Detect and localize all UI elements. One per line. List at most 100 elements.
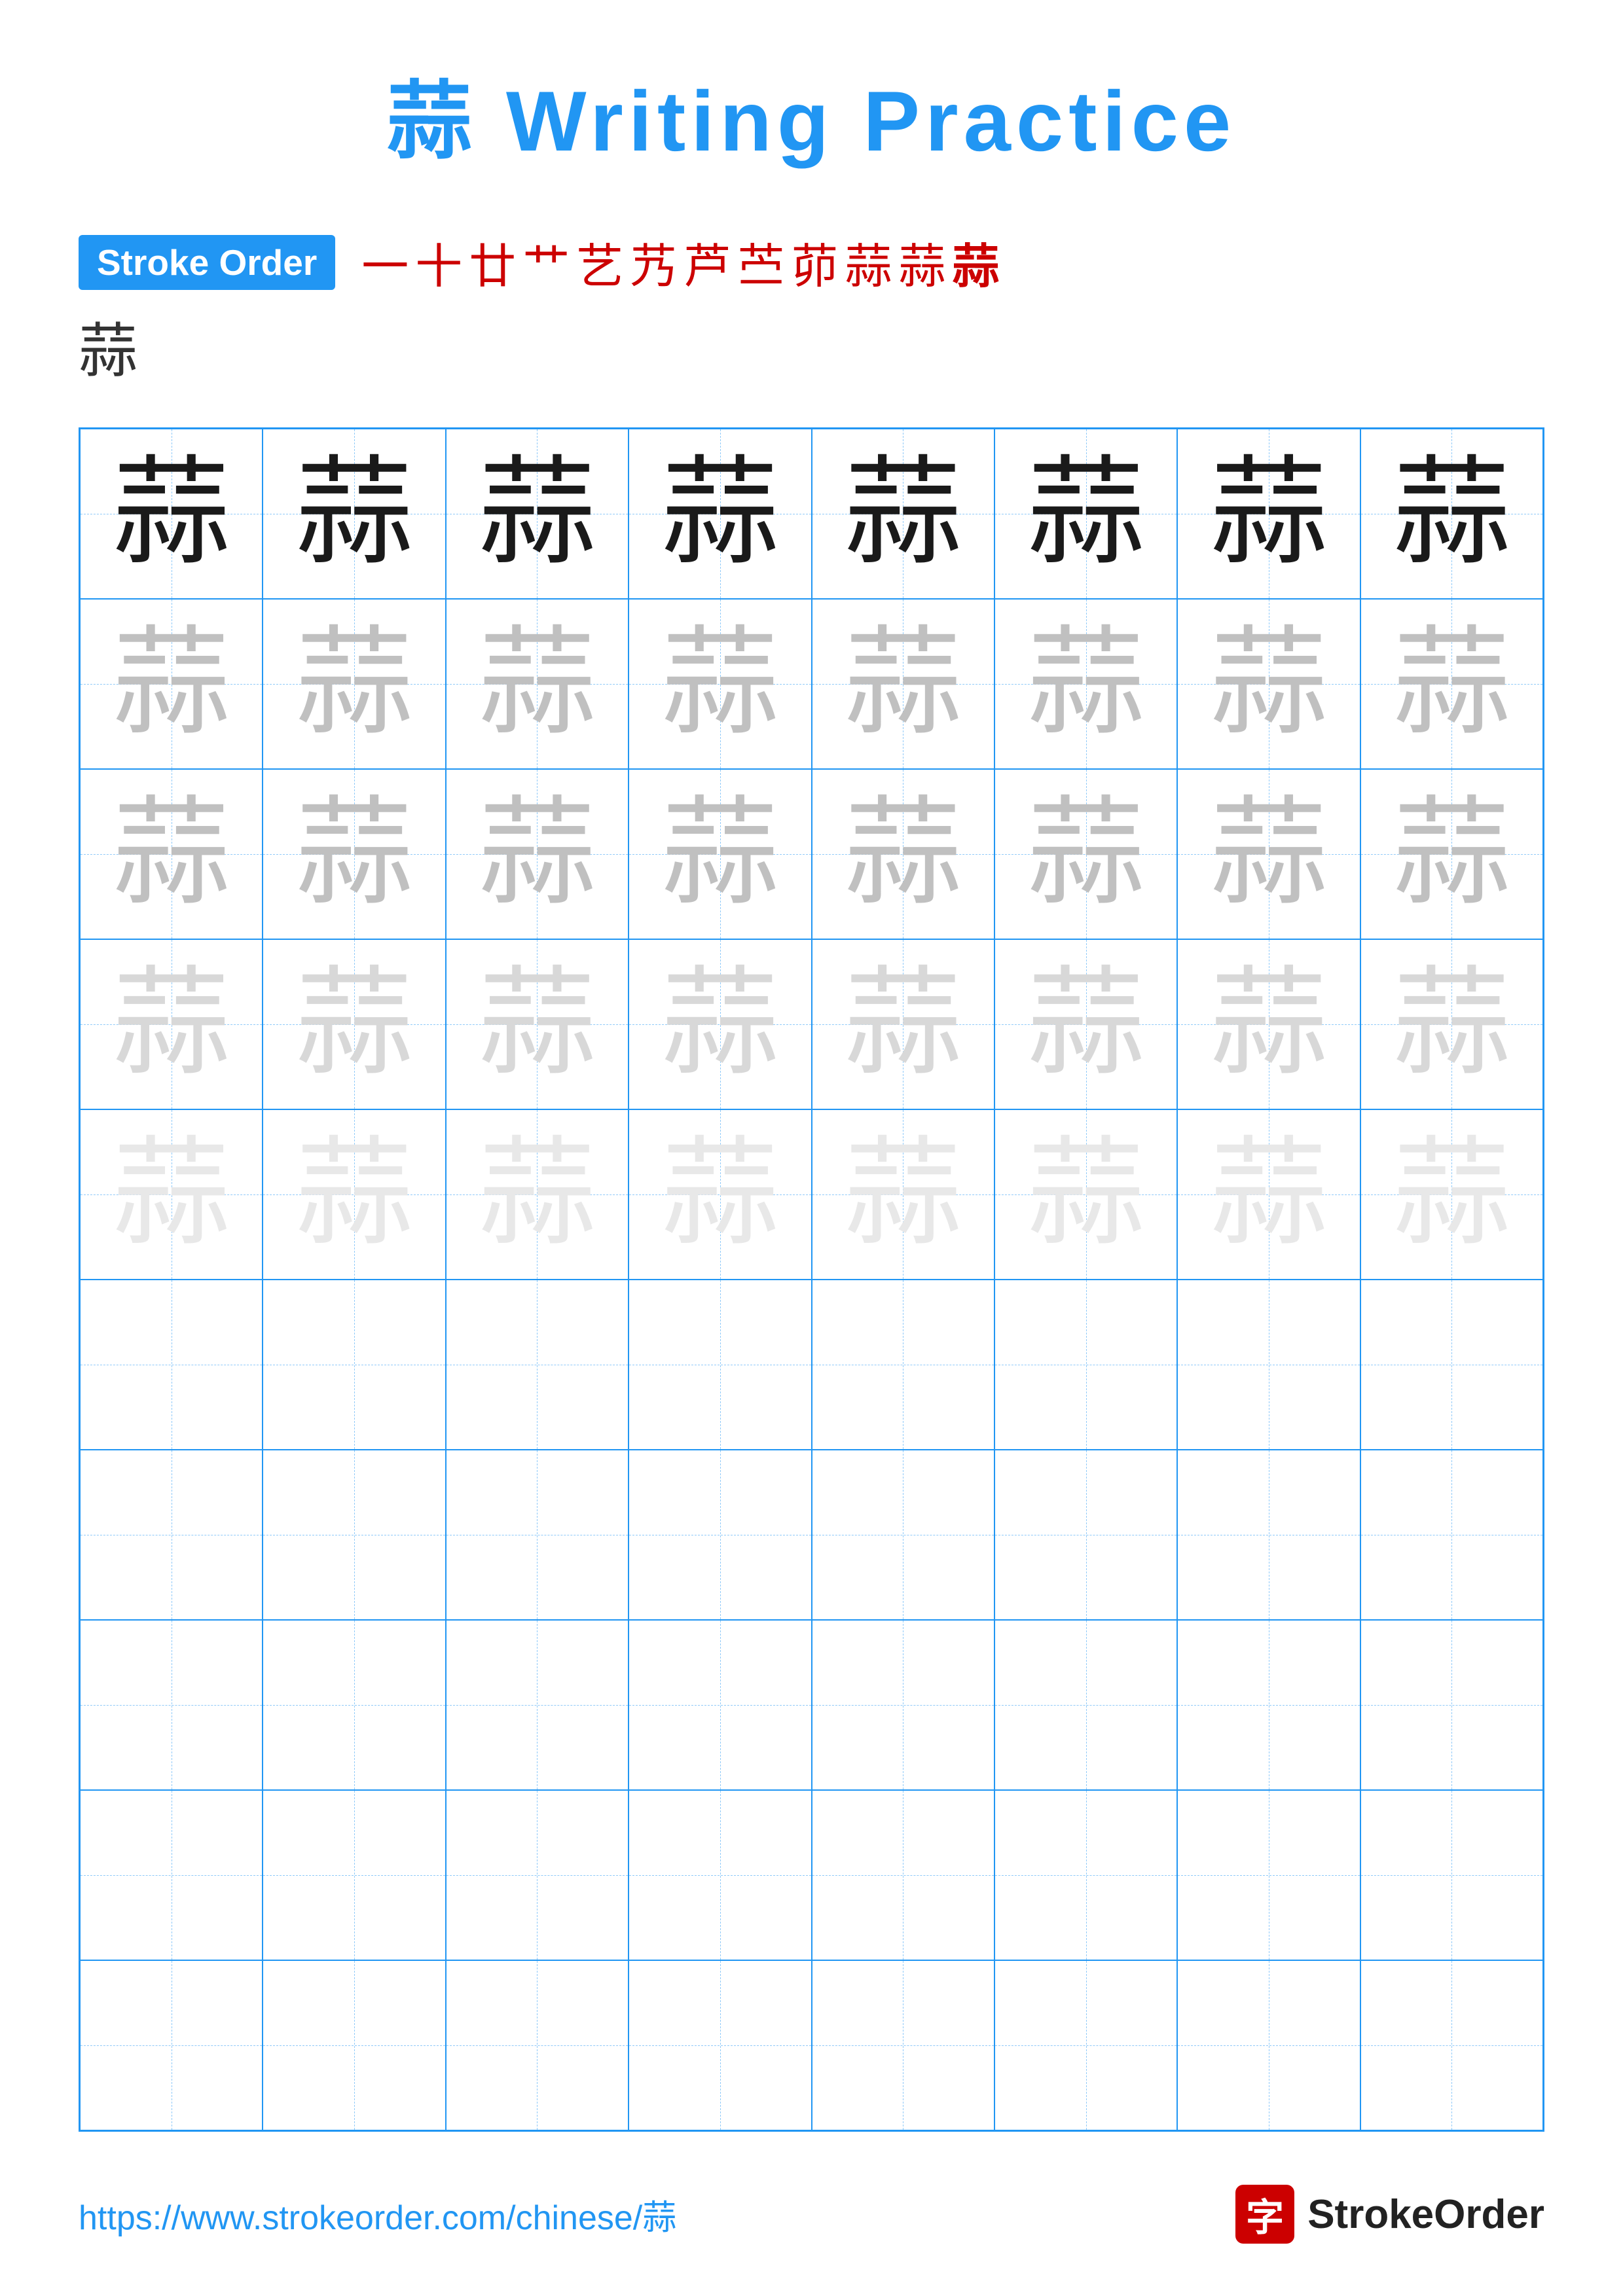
grid-cell[interactable] bbox=[446, 1450, 629, 1620]
grid-cell[interactable]: 蒜 bbox=[446, 769, 629, 939]
grid-cell[interactable] bbox=[263, 1450, 445, 1620]
grid-cell[interactable]: 蒜 bbox=[446, 429, 629, 599]
grid-cell[interactable] bbox=[80, 1790, 263, 1960]
grid-cell[interactable]: 蒜 bbox=[994, 939, 1177, 1109]
grid-cell[interactable] bbox=[994, 1280, 1177, 1450]
grid-cell[interactable] bbox=[629, 1960, 811, 2130]
cell-char: 蒜 bbox=[1393, 1136, 1510, 1253]
grid-cell[interactable] bbox=[1177, 1620, 1360, 1790]
footer-url[interactable]: https://www.strokeorder.com/chinese/蒜 bbox=[79, 2190, 676, 2239]
grid-cell[interactable] bbox=[1360, 1280, 1543, 1450]
grid-cell[interactable] bbox=[446, 1960, 629, 2130]
cell-char: 蒜 bbox=[661, 455, 779, 573]
grid-cell[interactable] bbox=[446, 1790, 629, 1960]
grid-cell[interactable] bbox=[1177, 1790, 1360, 1960]
cell-char: 蒜 bbox=[1393, 795, 1510, 913]
grid-cell[interactable]: 蒜 bbox=[263, 939, 445, 1109]
grid-cell[interactable]: 蒜 bbox=[812, 1109, 994, 1280]
grid-cell[interactable]: 蒜 bbox=[629, 1109, 811, 1280]
grid-cell[interactable]: 蒜 bbox=[80, 939, 263, 1109]
cell-char: 蒜 bbox=[295, 455, 413, 573]
page-title: 蒜 Writing Practice bbox=[79, 52, 1544, 175]
grid-cell[interactable]: 蒜 bbox=[812, 939, 994, 1109]
grid-cell[interactable] bbox=[812, 1450, 994, 1620]
grid-cell[interactable]: 蒜 bbox=[629, 939, 811, 1109]
grid-cell[interactable] bbox=[629, 1790, 811, 1960]
stroke-sequence-chars: 一十廿艹艺艿芦苎茆蒜蒜蒜 bbox=[361, 228, 999, 296]
stroke-seq-char-10: 蒜 bbox=[898, 228, 945, 296]
grid-cell[interactable]: 蒜 bbox=[446, 599, 629, 769]
grid-cell[interactable] bbox=[80, 1620, 263, 1790]
grid-cell[interactable] bbox=[1177, 1280, 1360, 1450]
grid-cell[interactable]: 蒜 bbox=[1360, 429, 1543, 599]
grid-cell[interactable]: 蒜 bbox=[1360, 769, 1543, 939]
title-text: Writing Practice bbox=[477, 73, 1236, 169]
grid-cell[interactable] bbox=[1360, 1790, 1543, 1960]
brand-icon: 字 bbox=[1235, 2185, 1294, 2244]
grid-cell[interactable] bbox=[1360, 1960, 1543, 2130]
grid-cell[interactable] bbox=[629, 1620, 811, 1790]
grid-cell[interactable]: 蒜 bbox=[1177, 769, 1360, 939]
grid-cell[interactable] bbox=[80, 1280, 263, 1450]
grid-cell[interactable]: 蒜 bbox=[812, 599, 994, 769]
grid-cell[interactable] bbox=[994, 1790, 1177, 1960]
grid-cell[interactable]: 蒜 bbox=[812, 429, 994, 599]
grid-cell[interactable] bbox=[80, 1450, 263, 1620]
cell-char: 蒜 bbox=[1393, 965, 1510, 1083]
grid-cell[interactable] bbox=[263, 1280, 445, 1450]
grid-cell[interactable] bbox=[812, 1620, 994, 1790]
grid-cell[interactable] bbox=[1177, 1960, 1360, 2130]
grid-cell[interactable]: 蒜 bbox=[1360, 1109, 1543, 1280]
grid-cell[interactable]: 蒜 bbox=[446, 939, 629, 1109]
cell-char: 蒜 bbox=[1210, 965, 1328, 1083]
grid-cell[interactable]: 蒜 bbox=[80, 1109, 263, 1280]
cell-char: 蒜 bbox=[113, 795, 230, 913]
grid-cell[interactable] bbox=[263, 1620, 445, 1790]
grid-cell[interactable]: 蒜 bbox=[263, 1109, 445, 1280]
grid-cell[interactable]: 蒜 bbox=[994, 599, 1177, 769]
grid-cell[interactable] bbox=[994, 1620, 1177, 1790]
grid-cell[interactable]: 蒜 bbox=[1177, 1109, 1360, 1280]
cell-char: 蒜 bbox=[478, 795, 596, 913]
grid-cell[interactable]: 蒜 bbox=[629, 429, 811, 599]
grid-cell[interactable]: 蒜 bbox=[1360, 599, 1543, 769]
grid-cell[interactable] bbox=[446, 1620, 629, 1790]
grid-cell[interactable]: 蒜 bbox=[1177, 429, 1360, 599]
stroke-seq-char-2: 廿 bbox=[469, 228, 516, 296]
cell-char: 蒜 bbox=[1210, 625, 1328, 743]
grid-cell[interactable]: 蒜 bbox=[1360, 939, 1543, 1109]
grid-cell[interactable] bbox=[994, 1450, 1177, 1620]
grid-cell[interactable] bbox=[812, 1960, 994, 2130]
grid-cell[interactable]: 蒜 bbox=[812, 769, 994, 939]
grid-cell[interactable]: 蒜 bbox=[263, 769, 445, 939]
grid-cell[interactable]: 蒜 bbox=[263, 429, 445, 599]
grid-cell[interactable] bbox=[629, 1280, 811, 1450]
grid-cell[interactable]: 蒜 bbox=[994, 429, 1177, 599]
grid-cell[interactable] bbox=[994, 1960, 1177, 2130]
grid-cell[interactable]: 蒜 bbox=[629, 599, 811, 769]
stroke-seq-char-7: 苎 bbox=[737, 228, 784, 296]
grid-cell[interactable] bbox=[629, 1450, 811, 1620]
grid-cell[interactable]: 蒜 bbox=[80, 599, 263, 769]
grid-cell[interactable]: 蒜 bbox=[263, 599, 445, 769]
grid-cell[interactable]: 蒜 bbox=[629, 769, 811, 939]
grid-cell[interactable]: 蒜 bbox=[80, 769, 263, 939]
grid-cell[interactable] bbox=[1360, 1450, 1543, 1620]
grid-cell[interactable] bbox=[1360, 1620, 1543, 1790]
cell-char: 蒜 bbox=[113, 455, 230, 573]
grid-cell[interactable]: 蒜 bbox=[1177, 599, 1360, 769]
grid-cell[interactable] bbox=[263, 1790, 445, 1960]
grid-cell[interactable]: 蒜 bbox=[994, 769, 1177, 939]
grid-cell[interactable] bbox=[812, 1790, 994, 1960]
grid-cell[interactable] bbox=[80, 1960, 263, 2130]
grid-cell[interactable]: 蒜 bbox=[994, 1109, 1177, 1280]
grid-cell[interactable]: 蒜 bbox=[1177, 939, 1360, 1109]
cell-char: 蒜 bbox=[844, 625, 962, 743]
grid-cell[interactable]: 蒜 bbox=[446, 1109, 629, 1280]
grid-cell[interactable] bbox=[812, 1280, 994, 1450]
grid-cell[interactable] bbox=[1177, 1450, 1360, 1620]
grid-cell[interactable] bbox=[446, 1280, 629, 1450]
grid-cell[interactable] bbox=[263, 1960, 445, 2130]
grid-cell[interactable]: 蒜 bbox=[80, 429, 263, 599]
cell-char: 蒜 bbox=[478, 625, 596, 743]
